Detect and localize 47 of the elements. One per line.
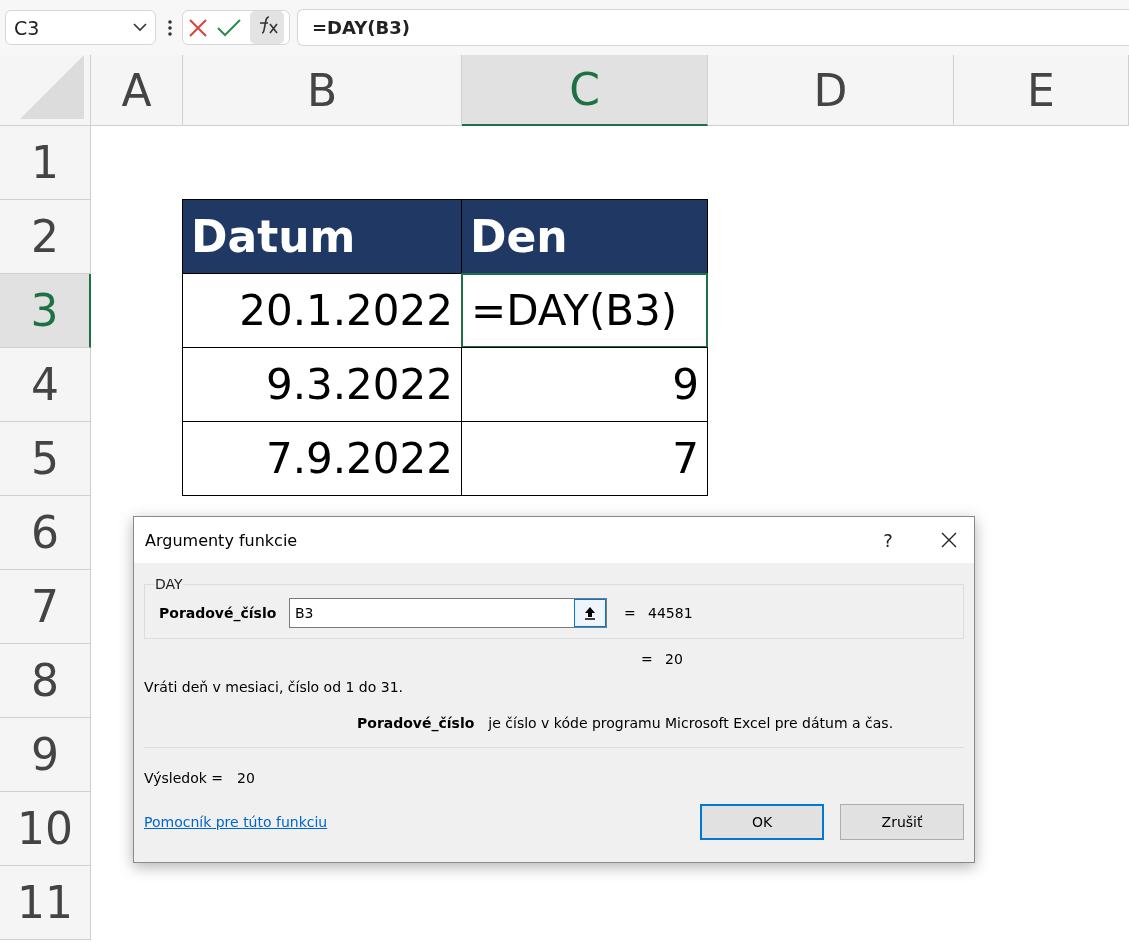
row-header[interactable]: 1 [0, 126, 91, 200]
cancel-button[interactable]: Zrušiť [840, 804, 964, 840]
row-header[interactable]: 5 [0, 422, 91, 496]
column-header[interactable]: A [91, 55, 183, 126]
function-description: Vráti deň v mesiaci, číslo od 1 do 31. [144, 679, 404, 695]
cancel-icon[interactable] [187, 17, 208, 38]
help-link[interactable]: Pomocník pre túto funkciu [144, 814, 684, 830]
row-header[interactable]: 6 [0, 496, 91, 570]
argument-help-name: Poradové_číslo [357, 715, 475, 731]
row-header[interactable]: 9 [0, 718, 91, 792]
argument-value: 44581 [648, 605, 693, 621]
argument-field[interactable]: B3 [289, 598, 607, 628]
row-header[interactable]: 3 [0, 274, 91, 348]
column-header[interactable]: E [954, 55, 1129, 126]
check-icon[interactable] [217, 18, 241, 37]
column-header[interactable]: B [183, 55, 462, 126]
dialog-title: Argumenty funkcie [145, 530, 299, 550]
result-preview: 20 [665, 651, 683, 667]
ok-button[interactable]: OK [700, 804, 824, 840]
function-name: DAY [155, 576, 183, 592]
column-header[interactable]: D [708, 55, 954, 126]
table-cell[interactable]: 7 [461, 421, 708, 496]
equals-sign: = [624, 605, 637, 621]
row-header[interactable]: 7 [0, 570, 91, 644]
equals-sign: = [641, 651, 654, 667]
row-header[interactable]: 4 [0, 348, 91, 422]
table-header-cell: Den [461, 199, 708, 274]
insert-function-icon[interactable] [250, 11, 285, 44]
result-label: Výsledok = [144, 770, 224, 786]
row-header[interactable]: 2 [0, 200, 91, 274]
row-header[interactable]: 10 [0, 792, 91, 866]
argument-label: Poradové_číslo [159, 605, 278, 621]
row-header[interactable]: 8 [0, 644, 91, 718]
table-cell[interactable]: =DAY(B3) [461, 273, 708, 348]
chevron-down-icon [133, 23, 147, 32]
result-value: 20 [237, 770, 255, 786]
more-icon[interactable] [168, 18, 172, 37]
formula-field[interactable]: =DAY(B3) [297, 9, 1129, 46]
table-cell[interactable]: 9 [461, 347, 708, 422]
help-button[interactable]: ? [868, 529, 908, 551]
table-header-cell: Datum [182, 199, 462, 274]
row-header[interactable]: 11 [0, 866, 91, 940]
column-header[interactable]: C [462, 55, 708, 126]
table-cell[interactable]: 7.9.2022 [182, 421, 462, 496]
name-box[interactable]: C3 [5, 10, 156, 45]
collapse-dialog-icon[interactable] [574, 599, 606, 627]
argument-help-text: je číslo v kóde programu Microsoft Excel pre dátum a čas. [488, 715, 894, 731]
